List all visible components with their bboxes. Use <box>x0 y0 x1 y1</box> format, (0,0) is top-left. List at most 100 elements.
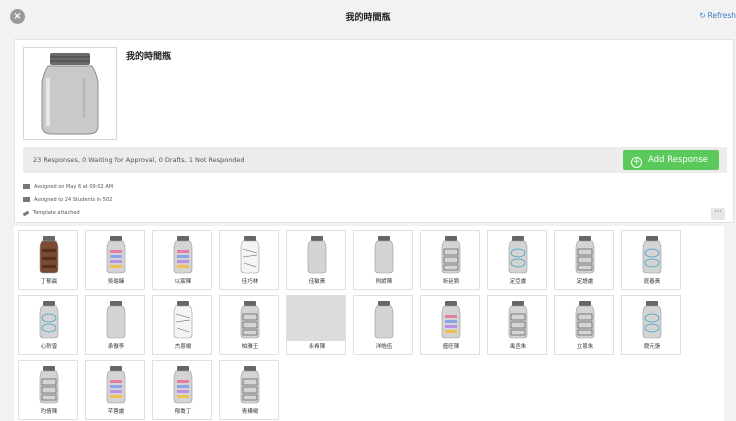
response-tile[interactable]: 以宸陳 <box>152 230 212 290</box>
response-tile[interactable]: 祈廷劉 <box>420 230 480 290</box>
mason-jar-icon <box>41 53 99 135</box>
jar-thumbnail-icon <box>642 236 662 274</box>
response-tile[interactable]: 佳巧林 <box>219 230 279 290</box>
student-name: 承傲李 <box>107 344 125 350</box>
responses-grid: 丁郁晨 吳瑜臻 以宸陳 佳巧林 佳敏黃 則諺陳 祈廷劉 定亞盧 定語盧 庭春黃心聆曾 承傲李 杰恩楊 柏… <box>14 226 724 421</box>
response-thumbnail <box>639 235 665 274</box>
jar-thumbnail-icon <box>240 301 260 339</box>
student-name: 吳瑜臻 <box>107 279 125 285</box>
jar-thumbnail-icon <box>508 236 528 274</box>
response-tile[interactable]: 洋皓伍 <box>353 295 413 355</box>
response-tile[interactable]: 杰恩楊 <box>152 295 212 355</box>
response-thumbnail <box>170 235 196 274</box>
student-name: 則諺陳 <box>375 279 393 285</box>
student-name: 柏雅王 <box>241 344 259 350</box>
response-tile[interactable]: 吳瑜臻 <box>85 230 145 290</box>
response-tile[interactable]: 定語盧 <box>554 230 614 290</box>
response-thumbnail <box>438 300 464 339</box>
jar-thumbnail-icon <box>39 236 59 274</box>
empty-thumbnail <box>287 296 345 341</box>
response-thumbnail <box>170 365 196 404</box>
response-thumbnail <box>639 300 665 339</box>
jar-thumbnail-icon <box>374 236 394 274</box>
add-response-button[interactable]: + Add Response <box>623 150 719 170</box>
jar-thumbnail-icon <box>374 301 394 339</box>
student-name: 祈廷劉 <box>442 279 460 285</box>
plus-circle-icon: + <box>631 157 642 168</box>
jar-thumbnail-icon <box>441 236 461 274</box>
student-name: 定亞盧 <box>509 279 527 285</box>
student-name: 以宸陳 <box>174 279 192 285</box>
jar-thumbnail-icon <box>642 301 662 339</box>
response-tile[interactable]: 玓倩陳 <box>18 360 78 420</box>
student-name: 定語盧 <box>576 279 594 285</box>
response-tile[interactable]: 盛旺陳 <box>420 295 480 355</box>
add-response-label: Add Response <box>648 155 708 165</box>
jar-thumbnail-icon <box>173 236 193 274</box>
stats-bar: 23 Responses, 0 Waiting for Approval, 0 … <box>23 147 727 173</box>
response-tile[interactable]: 心聆曾 <box>18 295 78 355</box>
response-thumbnail <box>237 365 263 404</box>
response-thumbnail <box>36 365 62 404</box>
jar-thumbnail-icon <box>173 366 193 404</box>
response-tile[interactable]: 郁喬丁 <box>152 360 212 420</box>
response-thumbnail <box>36 235 62 274</box>
response-thumbnail <box>237 300 263 339</box>
refresh-button[interactable]: ↻ Refresh <box>699 11 736 20</box>
jar-thumbnail-icon <box>575 301 595 339</box>
assigned-date-text: Assigned on May 6 at 09:02 AM <box>34 184 114 190</box>
response-tile[interactable]: 禹丞朱 <box>487 295 547 355</box>
refresh-icon: ↻ <box>699 11 706 20</box>
response-tile[interactable]: 承傲李 <box>85 295 145 355</box>
assigned-students-text: Assigned to 24 Students in 502 <box>34 197 113 203</box>
jar-thumbnail-icon <box>173 301 193 339</box>
response-tile[interactable]: 青樺楊 <box>219 360 279 420</box>
response-thumbnail <box>371 300 397 339</box>
student-name: 佳巧林 <box>241 279 259 285</box>
jar-thumbnail-icon <box>307 236 327 274</box>
response-thumbnail <box>103 235 129 274</box>
student-name: 芊蓉盧 <box>107 409 125 415</box>
student-name: 杰恩楊 <box>174 344 192 350</box>
refresh-label: Refresh <box>707 11 736 20</box>
jar-thumbnail-icon <box>106 366 126 404</box>
response-tile[interactable]: 立恩朱 <box>554 295 614 355</box>
jar-thumbnail-icon <box>575 236 595 274</box>
response-thumbnail <box>371 235 397 274</box>
response-tile[interactable]: 佳敏黃 <box>286 230 346 290</box>
student-name: 盛旺陳 <box>442 344 460 350</box>
student-name: 青樺楊 <box>241 409 259 415</box>
response-tile[interactable]: 定亞盧 <box>487 230 547 290</box>
response-tile[interactable]: 丁郁晨 <box>18 230 78 290</box>
response-thumbnail <box>572 235 598 274</box>
jar-thumbnail-icon <box>39 366 59 404</box>
response-thumbnail <box>304 235 330 274</box>
response-thumbnail <box>36 300 62 339</box>
assignment-thumbnail[interactable] <box>23 47 117 140</box>
response-thumbnail <box>237 235 263 274</box>
main-content: 我的時間瓶 23 Responses, 0 Waiting for Approv… <box>0 34 736 421</box>
student-name: 玓倩陳 <box>40 409 58 415</box>
response-tile[interactable]: 永希陳 <box>286 295 346 355</box>
response-tile[interactable]: 競元張 <box>621 295 681 355</box>
jar-thumbnail-icon <box>240 236 260 274</box>
response-thumbnail <box>572 300 598 339</box>
assigned-students: Assigned to 24 Students in 502 <box>23 197 112 203</box>
jar-thumbnail-icon <box>106 236 126 274</box>
student-name: 競元張 <box>643 344 661 350</box>
student-name: 立恩朱 <box>576 344 594 350</box>
paperclip-icon <box>22 210 30 217</box>
student-name: 丁郁晨 <box>40 279 58 285</box>
more-options-button[interactable]: ··· <box>711 208 725 220</box>
response-tile[interactable]: 芊蓉盧 <box>85 360 145 420</box>
assignment-card: 我的時間瓶 23 Responses, 0 Waiting for Approv… <box>14 39 734 223</box>
response-tile[interactable]: 則諺陳 <box>353 230 413 290</box>
response-thumbnail <box>103 300 129 339</box>
student-name: 洋皓伍 <box>375 344 393 350</box>
response-thumbnail <box>438 235 464 274</box>
response-tile[interactable]: 庭春黃 <box>621 230 681 290</box>
response-thumbnail <box>505 235 531 274</box>
response-tile[interactable]: 柏雅王 <box>219 295 279 355</box>
calendar-icon <box>23 184 30 189</box>
response-thumbnail <box>103 365 129 404</box>
